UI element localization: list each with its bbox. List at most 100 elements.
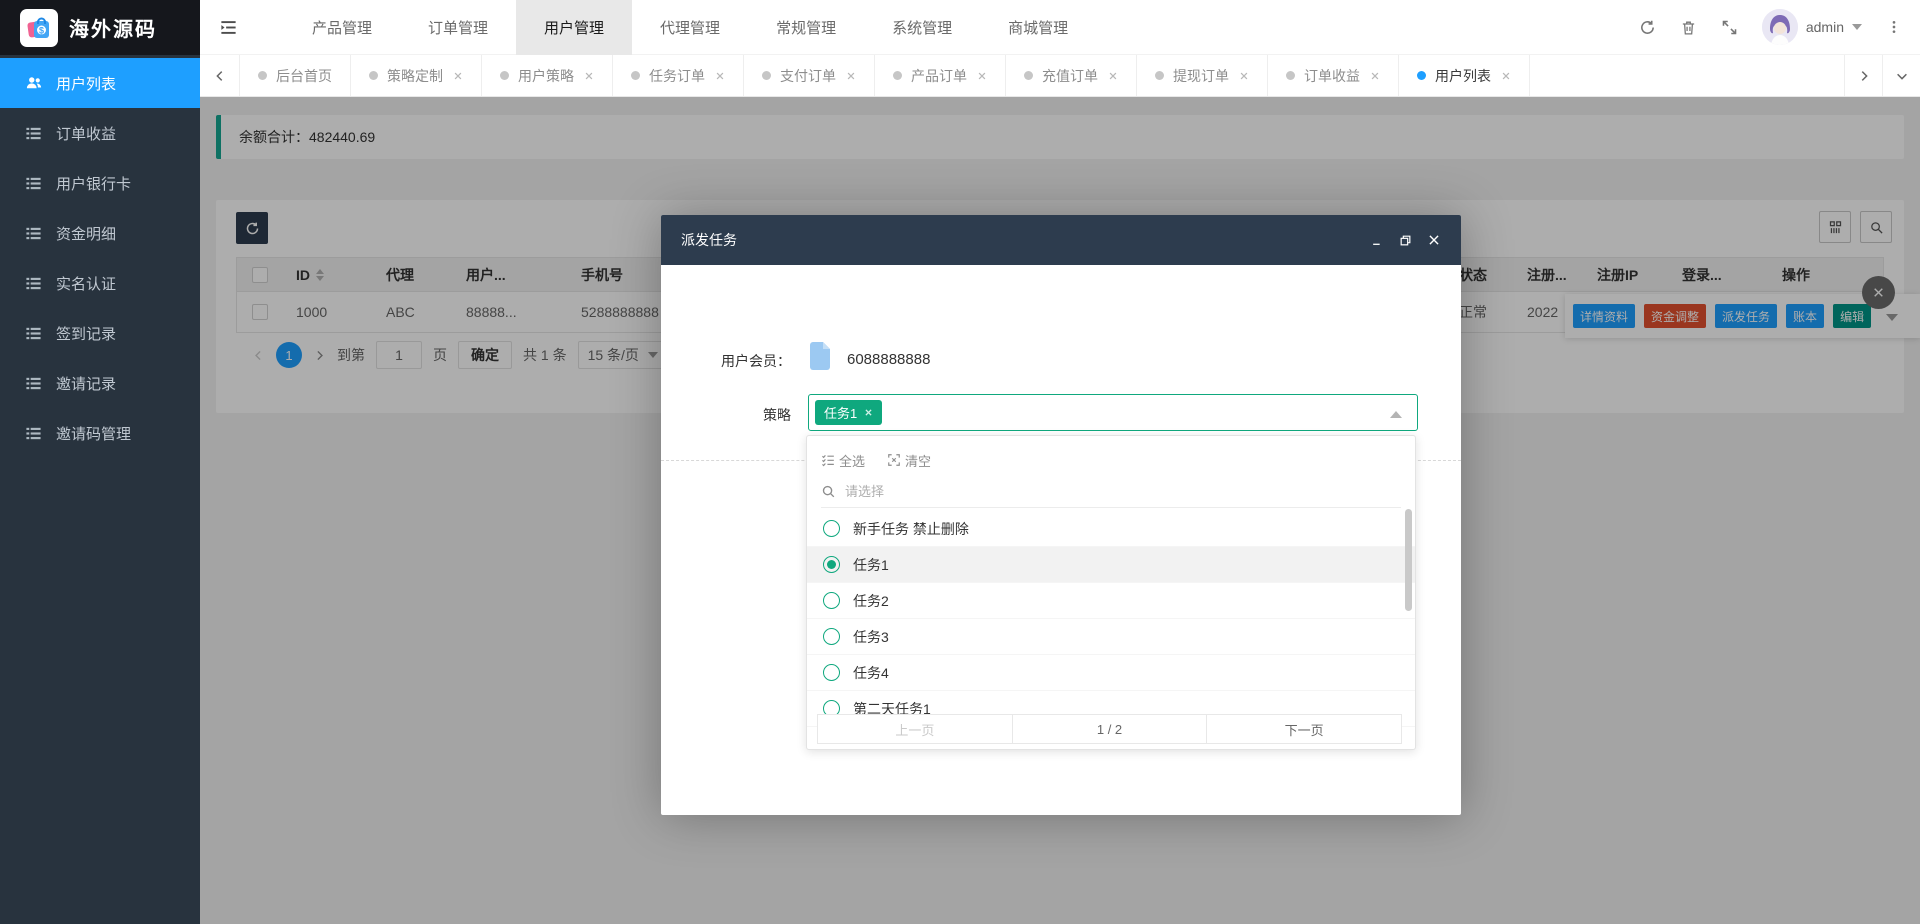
dropdown-options: 新手任务 禁止删除 任务1 任务2 任务3 任务4 第二天任务1 bbox=[807, 511, 1415, 727]
dropdown-search bbox=[821, 475, 1401, 508]
svg-text:$: $ bbox=[39, 25, 44, 35]
sidebar-item-label: 资金明细 bbox=[56, 225, 117, 243]
tag-remove-icon[interactable] bbox=[864, 408, 873, 417]
dropdown-scrollbar[interactable] bbox=[1405, 509, 1412, 611]
tab-close-icon[interactable] bbox=[715, 71, 725, 81]
radio-icon[interactable] bbox=[823, 520, 840, 537]
sidebar-item-invite-codes[interactable]: 邀请码管理 bbox=[0, 408, 200, 458]
menu-system[interactable]: 系统管理 bbox=[864, 0, 980, 55]
brand-logo[interactable]: $ 海外源码 bbox=[0, 0, 200, 55]
tab-strategy-custom[interactable]: 策略定制 bbox=[351, 55, 482, 96]
sidebar-nav: 用户列表 订单收益 用户银行卡 资金明细 实名认证 签到记录 邀请记录 邀请码管… bbox=[0, 55, 200, 458]
modal-header[interactable]: 派发任务 bbox=[661, 215, 1461, 265]
option-task4[interactable]: 任务4 bbox=[807, 655, 1415, 691]
tab-close-icon[interactable] bbox=[1108, 71, 1118, 81]
sidebar-item-label: 签到记录 bbox=[56, 325, 117, 343]
select-caret-up-icon bbox=[1390, 411, 1402, 418]
option-task2[interactable]: 任务2 bbox=[807, 583, 1415, 619]
option-task1[interactable]: 任务1 bbox=[807, 547, 1415, 583]
tab-user-list[interactable]: 用户列表 bbox=[1399, 55, 1530, 96]
tab-label: 充值订单 bbox=[1042, 67, 1098, 84]
tab-close-icon[interactable] bbox=[1370, 71, 1380, 81]
tab-user-strategy[interactable]: 用户策略 bbox=[482, 55, 613, 96]
menu-fold-icon[interactable] bbox=[200, 0, 256, 55]
user-menu[interactable]: admin bbox=[1761, 9, 1862, 45]
brand-name: 海外源码 bbox=[69, 19, 157, 41]
menu-general[interactable]: 常规管理 bbox=[748, 0, 864, 55]
tab-dot bbox=[631, 71, 640, 80]
strategy-select[interactable]: 任务1 bbox=[808, 394, 1418, 431]
sidebar-item-label: 用户列表 bbox=[56, 75, 117, 93]
tab-dot bbox=[258, 71, 267, 80]
tab-close-icon[interactable] bbox=[846, 71, 856, 81]
tab-label: 用户策略 bbox=[518, 67, 574, 84]
sidebar-item-order-income[interactable]: 订单收益 bbox=[0, 108, 200, 158]
sidebar-item-fund-details[interactable]: 资金明细 bbox=[0, 208, 200, 258]
tab-order-income[interactable]: 订单收益 bbox=[1268, 55, 1399, 96]
menu-user[interactable]: 用户管理 bbox=[516, 0, 633, 55]
search-icon bbox=[822, 485, 835, 497]
tab-close-icon[interactable] bbox=[1501, 71, 1511, 81]
sidebar-item-real-name[interactable]: 实名认证 bbox=[0, 258, 200, 308]
menu-mall[interactable]: 商城管理 bbox=[980, 0, 1096, 55]
tab-recharge-orders[interactable]: 充值订单 bbox=[1006, 55, 1137, 96]
radio-checked-icon[interactable] bbox=[823, 556, 840, 573]
user-name: admin bbox=[1805, 19, 1844, 35]
dropdown-prev-button[interactable]: 上一页 bbox=[818, 715, 1012, 743]
tabs-scroll-right-icon[interactable] bbox=[1844, 55, 1882, 96]
dropdown-search-input[interactable] bbox=[845, 483, 1401, 499]
sidebar: $ 海外源码 用户列表 订单收益 用户银行卡 资金明细 实名认证 签到记录 邀请… bbox=[0, 0, 200, 924]
dropdown-pager: 上一页 1 / 2 下一页 bbox=[817, 714, 1402, 744]
radio-icon[interactable] bbox=[823, 592, 840, 609]
trash-icon[interactable] bbox=[1680, 19, 1697, 36]
option-label: 任务3 bbox=[853, 628, 889, 645]
tab-close-icon[interactable] bbox=[977, 71, 987, 81]
tab-pay-orders[interactable]: 支付订单 bbox=[744, 55, 875, 96]
tab-close-icon[interactable] bbox=[453, 71, 463, 81]
more-vert-icon[interactable] bbox=[1886, 19, 1902, 35]
sidebar-item-label: 实名认证 bbox=[56, 275, 117, 293]
tab-label: 提现订单 bbox=[1173, 67, 1229, 84]
radio-icon[interactable] bbox=[823, 664, 840, 681]
menu-order[interactable]: 订单管理 bbox=[400, 0, 516, 55]
menu-product[interactable]: 产品管理 bbox=[284, 0, 400, 55]
file-icon bbox=[808, 342, 832, 370]
sidebar-item-checkin[interactable]: 签到记录 bbox=[0, 308, 200, 358]
top-menu: 产品管理 订单管理 用户管理 代理管理 常规管理 系统管理 商城管理 bbox=[284, 0, 1096, 55]
fullscreen-icon[interactable] bbox=[1721, 19, 1738, 36]
maximize-icon[interactable] bbox=[1399, 234, 1412, 247]
close-icon[interactable] bbox=[1427, 233, 1441, 247]
dropdown-next-button[interactable]: 下一页 bbox=[1207, 715, 1401, 743]
refresh-icon[interactable] bbox=[1639, 19, 1656, 36]
modal-body: 用户会员： 6088888888 策略 任务1 全选 清空 请选择 新手任务 禁… bbox=[661, 265, 1461, 815]
list-icon bbox=[25, 324, 43, 342]
selected-tag: 任务1 bbox=[815, 400, 883, 425]
tab-close-icon[interactable] bbox=[584, 71, 594, 81]
tab-task-orders[interactable]: 任务订单 bbox=[613, 55, 744, 96]
tab-label: 订单收益 bbox=[1304, 67, 1360, 84]
tab-product-orders[interactable]: 产品订单 bbox=[875, 55, 1006, 96]
tab-label: 后台首页 bbox=[276, 67, 332, 84]
option-task3[interactable]: 任务3 bbox=[807, 619, 1415, 655]
minimize-icon[interactable] bbox=[1371, 234, 1384, 247]
sidebar-item-bank-cards[interactable]: 用户银行卡 bbox=[0, 158, 200, 208]
tab-dot bbox=[762, 71, 771, 80]
window-controls bbox=[1371, 233, 1441, 247]
topbar: 产品管理 订单管理 用户管理 代理管理 常规管理 系统管理 商城管理 admin bbox=[200, 0, 1920, 55]
dropdown-page-info: 1 / 2 bbox=[1011, 715, 1208, 743]
tabs-scroll-left-icon[interactable] bbox=[200, 55, 240, 96]
sidebar-item-invite-records[interactable]: 邀请记录 bbox=[0, 358, 200, 408]
member-value: 6088888888 bbox=[847, 351, 931, 368]
menu-agent[interactable]: 代理管理 bbox=[632, 0, 748, 55]
tabbar-controls bbox=[1844, 55, 1920, 96]
tab-withdraw-orders[interactable]: 提现订单 bbox=[1137, 55, 1268, 96]
tabs-menu-icon[interactable] bbox=[1882, 55, 1920, 96]
sidebar-item-label: 订单收益 bbox=[56, 125, 117, 143]
sidebar-item-user-list[interactable]: 用户列表 bbox=[0, 58, 200, 108]
option-newbie-task[interactable]: 新手任务 禁止删除 bbox=[807, 511, 1415, 547]
tab-close-icon[interactable] bbox=[1239, 71, 1249, 81]
radio-icon[interactable] bbox=[823, 628, 840, 645]
clear-action[interactable]: 清空 bbox=[887, 451, 931, 470]
tab-home[interactable]: 后台首页 bbox=[240, 55, 351, 96]
select-all-action[interactable]: 全选 bbox=[821, 451, 865, 470]
